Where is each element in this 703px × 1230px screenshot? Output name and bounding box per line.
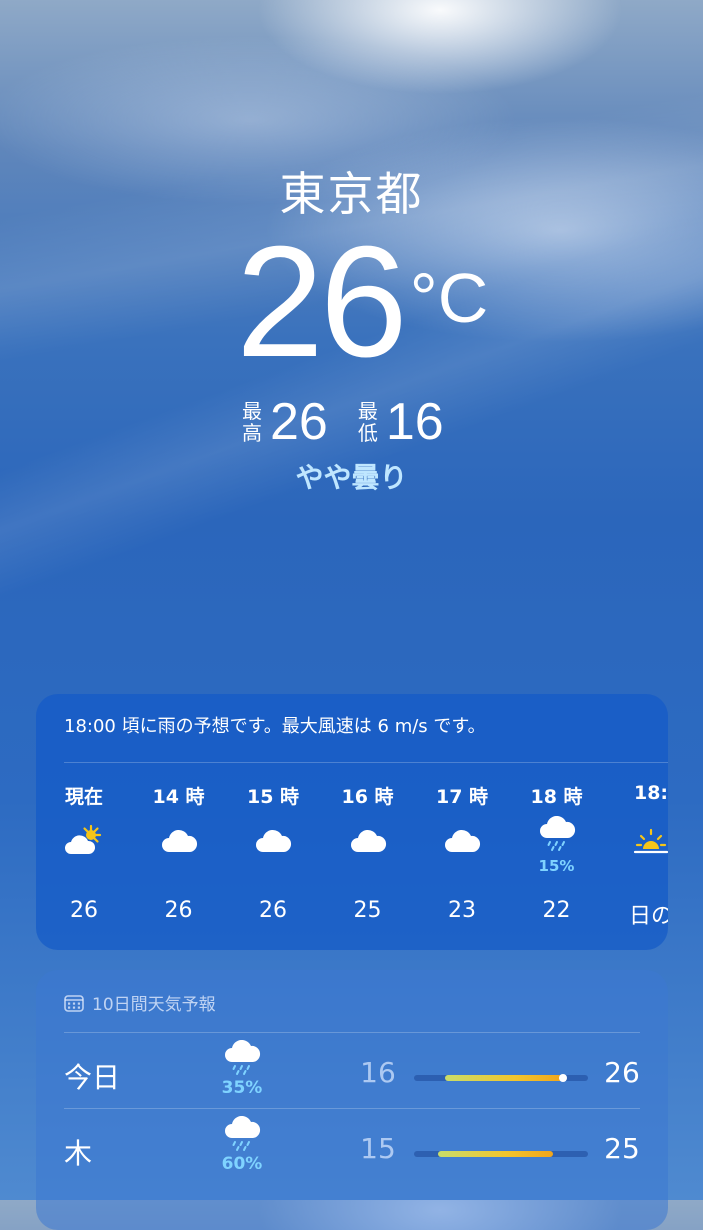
temperature-range-bar bbox=[414, 1151, 588, 1157]
daily-row[interactable]: 木 60% 15 25 bbox=[36, 1112, 668, 1188]
hour-temperature: 26 bbox=[164, 898, 193, 923]
day-precip: 35% bbox=[221, 1078, 263, 1098]
hour-label: 現在 bbox=[64, 786, 103, 808]
day-name: 木 bbox=[64, 1137, 93, 1170]
day-low: 16 bbox=[360, 1056, 396, 1089]
hour-temperature: 26 bbox=[259, 898, 287, 923]
low-label: 最低 bbox=[357, 399, 378, 445]
cloud-icon bbox=[253, 822, 293, 862]
day-high: 25 bbox=[604, 1132, 640, 1165]
high-label: 最高 bbox=[242, 399, 262, 445]
day-high: 26 bbox=[604, 1056, 640, 1089]
hourly-item: 15 時 26 bbox=[233, 782, 313, 932]
hourly-item: 18: 日の bbox=[611, 782, 668, 932]
hour-temperature: 22 bbox=[542, 898, 571, 923]
hour-precip: 15% bbox=[538, 857, 575, 875]
temperature-value: 26 bbox=[236, 214, 408, 390]
high-low: 最高 26 最低 16 bbox=[240, 392, 472, 452]
day-name: 今日 bbox=[64, 1061, 121, 1094]
hourly-item: 14 時 26 bbox=[139, 782, 219, 932]
hour-label: 14 時 bbox=[152, 786, 205, 808]
cloud-rain-icon bbox=[222, 1115, 262, 1152]
partly-sunny-icon bbox=[64, 822, 104, 862]
current-temperature: 26°C bbox=[236, 218, 488, 382]
hourly-item: 18 時 15% 22 bbox=[517, 782, 597, 932]
temperature-range-fill bbox=[438, 1151, 553, 1157]
sunset-icon bbox=[631, 822, 668, 862]
daily-header-label: 10日間天気予報 bbox=[92, 995, 216, 1015]
cloud-icon bbox=[442, 822, 482, 862]
ten-day-forecast-card[interactable]: 10日間天気予報 今日 35% 16 26 木 60% 15 25 bbox=[36, 970, 668, 1230]
condition-text: やや曇り bbox=[295, 461, 408, 494]
temperature-range-fill bbox=[445, 1075, 563, 1081]
hour-label: 18 時 bbox=[530, 786, 583, 808]
hour-label: 17 時 bbox=[435, 786, 489, 808]
row-divider bbox=[64, 1108, 640, 1109]
high-value: 26 bbox=[270, 393, 328, 451]
temperature-range-bar bbox=[414, 1074, 588, 1082]
hourly-summary: 18:00 頃に雨の予想です。最大風速は 6 m/s です。 bbox=[64, 716, 486, 737]
daily-divider bbox=[64, 1032, 640, 1033]
hour-label: 18: bbox=[633, 782, 668, 804]
day-precip: 60% bbox=[221, 1154, 263, 1174]
hourly-item: 16 時 25 bbox=[328, 782, 408, 932]
hour-temperature: 26 bbox=[70, 898, 98, 923]
current-temp-dot bbox=[559, 1074, 567, 1082]
day-low: 15 bbox=[360, 1132, 396, 1165]
daily-header: 10日間天気予報 bbox=[64, 990, 216, 1015]
low-value: 16 bbox=[385, 393, 444, 451]
hourly-item: 現在 26 bbox=[44, 782, 124, 932]
hour-label: 16 時 bbox=[341, 786, 394, 808]
hour-temperature: 25 bbox=[353, 898, 382, 923]
hour-temperature: 日の bbox=[628, 904, 668, 929]
calendar-icon bbox=[64, 994, 84, 1012]
hourly-list[interactable]: 現在 26 14 時 26 15 時 26 16 時 25 17 時 23 18 時 15% 22 18:… bbox=[36, 782, 668, 942]
hourly-item: 17 時 23 bbox=[422, 782, 502, 932]
cloud-icon bbox=[348, 822, 388, 862]
hour-temperature: 23 bbox=[448, 898, 476, 923]
temperature-unit: °C bbox=[409, 259, 489, 337]
cloud-rain-icon bbox=[537, 815, 577, 856]
hourly-divider bbox=[64, 762, 668, 763]
daily-row[interactable]: 今日 35% 16 26 bbox=[36, 1036, 668, 1112]
cloud-rain-icon bbox=[222, 1039, 262, 1076]
cloud-icon bbox=[159, 822, 199, 862]
hourly-forecast-card[interactable]: 18:00 頃に雨の予想です。最大風速は 6 m/s です。 現在 26 14 時 2… bbox=[36, 694, 668, 950]
hour-label: 15 時 bbox=[246, 786, 300, 808]
